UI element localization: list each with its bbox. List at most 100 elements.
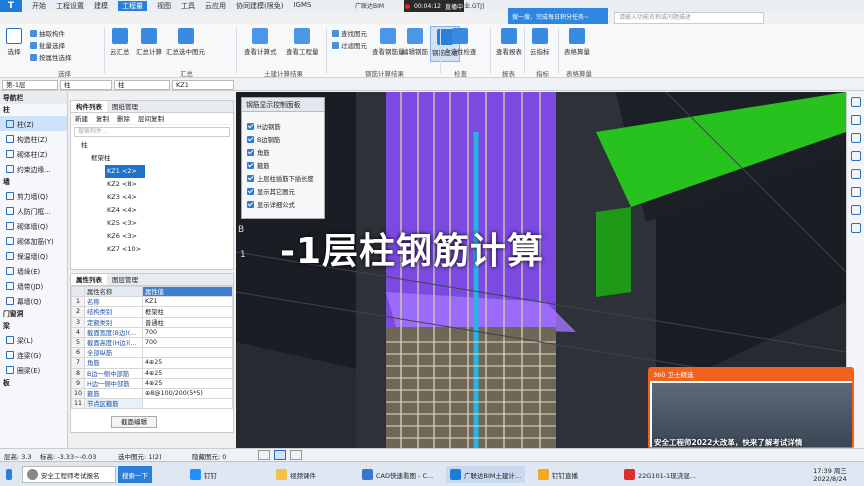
rotate-icon[interactable] (850, 115, 861, 125)
property-row[interactable]: 3 定额类别 普通柱 (70, 316, 233, 328)
layer-icon[interactable] (850, 205, 861, 215)
taskbar-video-files[interactable]: 视频课件 (272, 466, 320, 483)
nav-item-beam[interactable]: 梁(L) (0, 332, 67, 347)
nav-section-wall[interactable]: 墙 (0, 176, 67, 188)
option-show-other-elements[interactable]: 显示其它图元 (242, 185, 324, 198)
tree-item-kz4[interactable]: KZ4 <4> (71, 204, 233, 217)
property-row[interactable]: 9 H边一侧中部筋 4⊕25 (70, 377, 233, 389)
nav-item-column[interactable]: 柱(Z) (0, 116, 67, 131)
tree-item-kz6[interactable]: KZ6 <3> (71, 230, 233, 243)
front-view-icon[interactable] (850, 151, 861, 161)
menu-igms[interactable]: IGMS (293, 1, 311, 11)
fullscreen-icon[interactable] (850, 187, 861, 197)
tab-drawing-management[interactable]: 图纸管理 (107, 101, 143, 112)
nav-item-civil-door-frame[interactable]: 人防门框... (0, 203, 67, 218)
nav-item-coupling-beam[interactable]: 连梁(G) (0, 347, 67, 362)
start-button[interactable] (2, 466, 16, 483)
menu-view[interactable]: 视图 (157, 1, 171, 11)
property-value[interactable] (142, 347, 233, 359)
view-formula-button[interactable]: 查看计算式 (244, 28, 277, 56)
component-search-input[interactable]: 搜索构件... (74, 127, 230, 137)
menu-tools[interactable]: 工具 (181, 1, 195, 11)
taskbar-search[interactable]: 安全工程师考试报名 (22, 466, 116, 483)
nav-item-curtain-wall[interactable]: 幕墙(Q) (0, 293, 67, 308)
table-quantity-button[interactable]: 表格算量 (564, 28, 590, 56)
view-report-button[interactable]: 查看报表 (496, 28, 522, 56)
property-row[interactable]: 10 箍筋 ⊕8@100/200(5*5) (70, 387, 233, 400)
tab-layer-management[interactable]: 图层管理 (107, 274, 143, 285)
nav-item-masonry-rebar[interactable]: 砌体加筋(Y) (0, 233, 67, 248)
select-by-attribute-button[interactable]: 按属性选择 (30, 52, 72, 62)
cloud-index-button[interactable]: 云指标 (530, 28, 550, 56)
nav-item-constraint-edge[interactable]: 约束边缘... (0, 161, 67, 176)
section-edit-button[interactable]: 截面编辑 (111, 416, 157, 428)
select-button[interactable]: 选择 (6, 28, 22, 56)
batch-select-button[interactable]: 批量选择 (30, 40, 65, 50)
option-h-edge-rebar[interactable]: H边钢筋 (242, 120, 324, 133)
view-quantity-button[interactable]: 查看工程量 (286, 28, 319, 56)
select-mode-icon[interactable] (274, 450, 286, 460)
summary-selected-button[interactable]: 汇总选中图元 (166, 28, 205, 56)
settings-icon[interactable] (850, 223, 861, 233)
ad-popup[interactable]: 360 卫士精选 安全工程师2022大改革，快来了解考试详情 (648, 367, 854, 449)
property-row[interactable]: 6 全部纵筋 (70, 347, 233, 359)
nav-item-shear-wall[interactable]: 剪力墙(Q) (0, 188, 67, 203)
nav-item-masonry-wall[interactable]: 砌体墙(Q) (0, 218, 67, 233)
option-corner-rebar[interactable]: 角筋 (242, 146, 324, 159)
copy-button[interactable]: 复制 (96, 113, 109, 124)
option-show-detail-formula[interactable]: 显示详细公式 (242, 198, 324, 211)
menu-home[interactable]: 开始 (32, 1, 46, 11)
extract-component-button[interactable]: 抽取构件 (30, 28, 65, 38)
menu-modeling[interactable]: 建模 (94, 1, 108, 11)
tab-property-list[interactable]: 属性列表 (71, 274, 107, 285)
nav-section-door[interactable]: 门窗洞 (0, 308, 67, 320)
property-value[interactable]: 700 (142, 326, 233, 338)
nav-item-constructional-column[interactable]: 构造柱(Z) (0, 131, 67, 146)
delete-button[interactable]: 删除 (117, 113, 130, 124)
tree-item-kz1[interactable]: KZ1 <2> (105, 165, 145, 178)
taskbar-wps-doc[interactable]: 22G101-1现浇混... (620, 466, 700, 483)
property-row[interactable]: 5 截面高度(H边)(... 700 (70, 336, 233, 349)
top-view-icon[interactable] (850, 133, 861, 143)
property-value[interactable] (142, 398, 233, 410)
floor-select[interactable]: 第-1层 (2, 80, 58, 90)
property-value[interactable]: 4⊕25 (142, 367, 233, 379)
tab-component-list[interactable]: 构件列表 (71, 101, 107, 112)
legality-check-button[interactable]: 合法性检查 (444, 28, 477, 56)
view-cube-icon[interactable] (850, 97, 861, 107)
tree-item-kz5[interactable]: KZ5 <3> (71, 217, 233, 230)
nav-item-ring-beam[interactable]: 圈梁(E) (0, 362, 67, 377)
taskbar-cad-viewer[interactable]: CAD快速看图 - C... (358, 466, 437, 483)
component-select[interactable]: KZ1 (172, 80, 234, 90)
view-rebar-quantity-button[interactable]: 查看钢筋量 (372, 28, 405, 56)
property-value[interactable]: ⊕8@100/200(5*5) (142, 387, 233, 400)
property-row[interactable]: 8 B边一侧中部筋 4⊕25 (70, 367, 233, 379)
find-element-button[interactable]: 查找图元 (332, 28, 367, 38)
property-value[interactable]: 4⊕25 (142, 357, 233, 369)
property-value[interactable]: 700 (142, 336, 233, 349)
cloud-summary-button[interactable]: 云汇总 (110, 28, 130, 56)
property-row[interactable]: 2 结构类别 框架柱 (70, 306, 233, 318)
tree-item-kz2[interactable]: KZ2 <8> (71, 178, 233, 191)
copy-between-floors-button[interactable]: 层间复制 (138, 113, 164, 124)
tree-item-kz3[interactable]: KZ3 <4> (71, 191, 233, 204)
new-button[interactable]: 新建 (75, 113, 88, 124)
property-row[interactable]: 11 节点区箍筋 (70, 398, 233, 410)
edit-rebar-button[interactable]: 编辑钢筋 (402, 28, 428, 56)
type-select[interactable]: 柱 (114, 80, 170, 90)
taskbar-dingtalk-live[interactable]: 钉钉直播 (534, 466, 582, 483)
tree-root[interactable]: 柱 (71, 139, 233, 152)
menu-collab[interactable]: 协同建模(限免) (236, 1, 283, 11)
summary-calc-button[interactable]: 汇总计算 (136, 28, 162, 56)
nav-item-wall-pier[interactable]: 墙垛(E) (0, 263, 67, 278)
nav-item-masonry-column[interactable]: 砌体柱(Z) (0, 146, 67, 161)
nav-item-wall-band[interactable]: 墙带(JD) (0, 278, 67, 293)
ortho-toggle-icon[interactable] (290, 450, 302, 460)
nav-section-column[interactable]: 柱 (0, 104, 67, 116)
property-row[interactable]: 7 角筋 4⊕25 (70, 357, 233, 369)
task-notice[interactable]: 搜一搜，完成每日积分任务~ (508, 8, 608, 24)
option-stirrup[interactable]: 箍筋 (242, 159, 324, 172)
ad-caption[interactable]: 安全工程师2022大改革，快来了解考试详情 (654, 437, 802, 447)
menu-quantity[interactable]: 工程量 (118, 1, 147, 11)
zoom-extent-icon[interactable] (850, 169, 861, 179)
